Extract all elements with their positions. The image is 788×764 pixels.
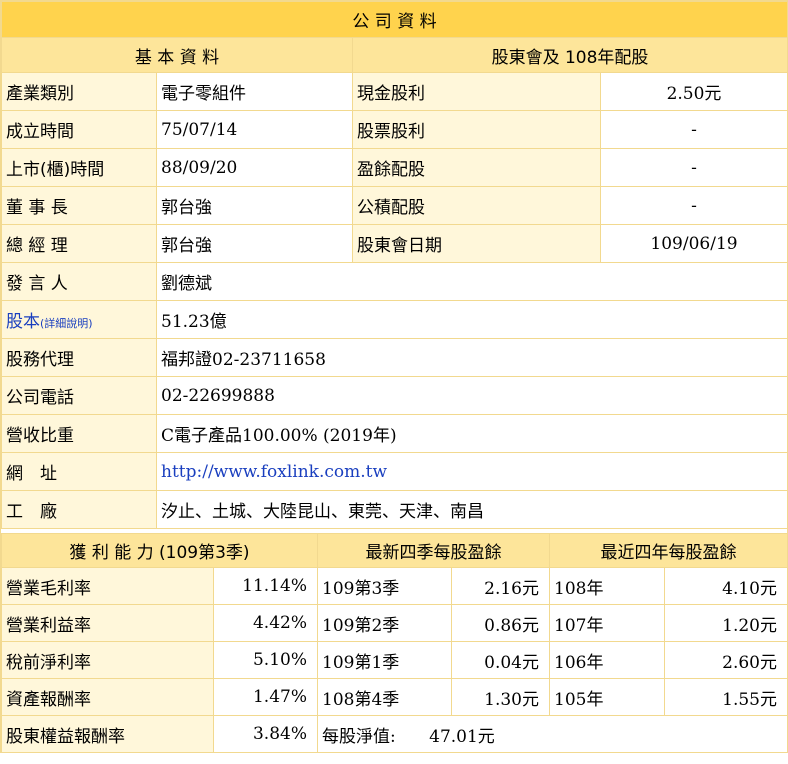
roa-value: 1.47% [213,678,318,716]
roe-label: 股東權益報酬率 [1,715,214,753]
quarter-eps-value: 0.04元 [451,641,550,679]
eps-table: 獲 利 能 力 (109第3季) 最新四季每股盈餘 最近四年每股盈餘 營業毛利率… [1,533,788,753]
annual-eps-year: 107年 [549,604,665,642]
annual-eps-value: 1.55元 [664,678,788,716]
president-label: 總 經 理 [1,224,157,263]
website-label: 網 址 [1,452,157,491]
phone-value: 02-22699888 [155,376,788,415]
basic-info-header: 基 本 資 料 [1,37,353,73]
pretax-margin-label: 稅前淨利率 [1,641,214,679]
capital-reserve-value: - [599,186,788,225]
nav-cell: 每股淨值: 47.01元 [317,715,788,753]
website-cell: http://www.foxlink.com.tw [155,452,788,491]
listed-label: 上市(櫃)時間 [1,148,157,187]
nav-value: 47.01元 [429,726,495,747]
operating-margin-value: 4.42% [213,604,318,642]
founded-label: 成立時間 [1,110,157,149]
registrar-label: 股務代理 [1,338,157,377]
stock-dividend-label: 股票股利 [352,110,601,149]
earnings-stock-label: 盈餘配股 [352,148,601,187]
operating-margin-label: 營業利益率 [1,604,214,642]
revenue-mix-label: 營收比重 [1,414,157,453]
chairman-label: 董 事 長 [1,186,157,225]
dividend-header: 股東會及 108年配股 [351,37,788,73]
chairman-value: 郭台強 [156,186,353,225]
gross-margin-value: 11.14% [213,567,318,605]
annual-eps-year: 105年 [549,678,665,716]
industry-label: 產業類別 [1,72,157,111]
quarter-eps-value: 0.86元 [451,604,550,642]
capital-reserve-label: 公積配股 [352,186,601,225]
quarter-eps-value: 2.16元 [451,567,550,605]
quarter-eps-period: 109第1季 [317,641,452,679]
quarter-eps-period: 109第2季 [317,604,452,642]
nav-label: 每股淨值: [322,726,396,747]
annual-eps-value: 2.60元 [664,641,788,679]
spokesperson-value: 劉德斌 [155,262,788,301]
quarter-eps-period: 108第4季 [317,678,452,716]
president-value: 郭台強 [156,224,353,263]
profitability-header: 獲 利 能 力 (109第3季) [1,533,318,568]
quarter-eps-header: 最新四季每股盈餘 [317,533,550,568]
earnings-stock-value: - [599,148,788,187]
capital-link[interactable]: 股本 [6,312,40,332]
founded-value: 75/07/14 [156,110,353,149]
listed-value: 88/09/20 [156,148,353,187]
cash-dividend-label: 現金股利 [352,72,601,111]
annual-eps-value: 1.20元 [664,604,788,642]
meeting-date-value: 109/06/19 [599,224,788,263]
spokesperson-label: 發 言 人 [1,262,157,301]
pretax-margin-value: 5.10% [213,641,318,679]
roa-label: 資產報酬率 [1,678,214,716]
page-title: 公 司 資 料 [0,1,788,38]
roe-value: 3.84% [213,715,318,753]
gross-margin-label: 營業毛利率 [1,567,214,605]
annual-eps-header: 最近四年每股盈餘 [549,533,788,568]
factory-label: 工 廠 [1,490,157,529]
cash-dividend-value: 2.50元 [599,72,788,111]
basic-info-table: 公 司 資 料 基 本 資 料 股東會及 108年配股 產業類別 電子零組件 現… [0,1,788,529]
annual-eps-year: 108年 [549,567,665,605]
meeting-date-label: 股東會日期 [352,224,601,263]
company-info-panel: 公 司 資 料 基 本 資 料 股東會及 108年配股 產業類別 電子零組件 現… [0,0,788,753]
quarter-eps-period: 109第3季 [317,567,452,605]
registrar-value: 福邦證02-23711658 [155,338,788,377]
revenue-mix-value: C電子產品100.00% (2019年) [155,414,788,453]
capital-value: 51.23億 [155,300,788,339]
annual-eps-year: 106年 [549,641,665,679]
phone-label: 公司電話 [1,376,157,415]
website-link[interactable]: http://www.foxlink.com.tw [161,462,387,482]
stock-dividend-value: - [599,110,788,149]
annual-eps-value: 4.10元 [664,567,788,605]
industry-value: 電子零組件 [156,72,353,111]
quarter-eps-value: 1.30元 [451,678,550,716]
capital-detail-link[interactable]: (詳細說明) [40,317,93,330]
capital-label[interactable]: 股本(詳細說明) [1,300,157,339]
factory-value: 汐止、土城、大陸昆山、東莞、天津、南昌 [155,490,788,529]
